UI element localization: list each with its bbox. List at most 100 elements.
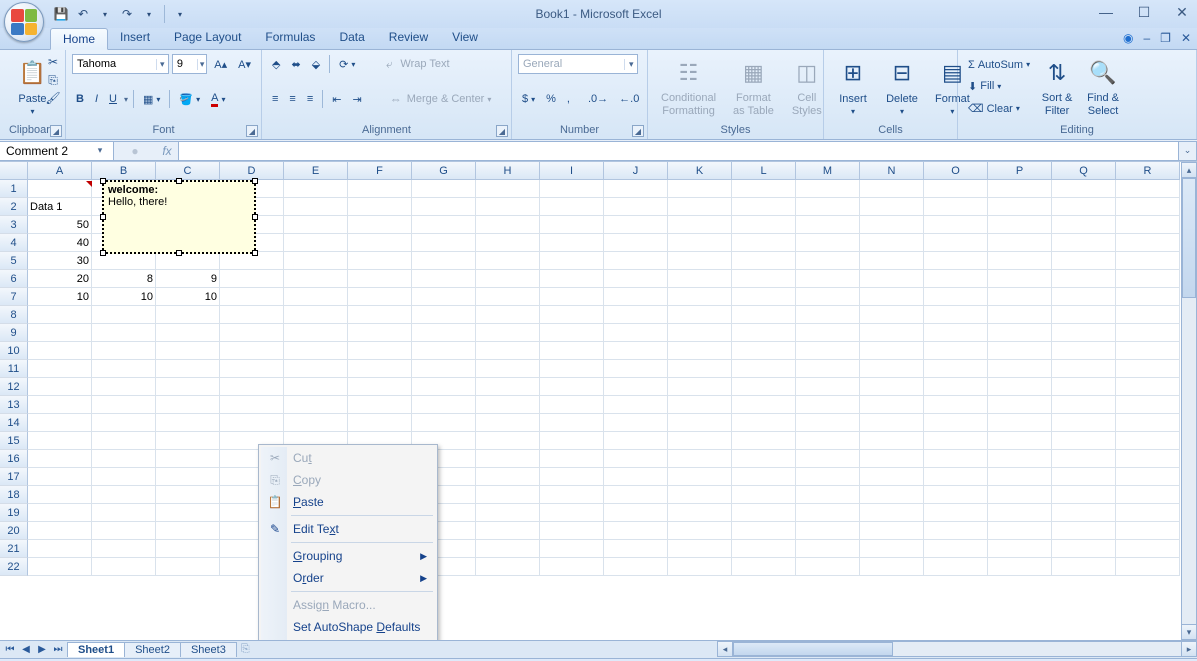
font-dialog-icon[interactable]: ◢: [246, 125, 258, 137]
cell[interactable]: [732, 450, 796, 468]
cell[interactable]: [348, 306, 412, 324]
cell[interactable]: [988, 288, 1052, 306]
cell[interactable]: [668, 522, 732, 540]
cell[interactable]: [988, 342, 1052, 360]
help-icon[interactable]: ◉: [1123, 31, 1133, 45]
italic-button[interactable]: I: [91, 91, 102, 107]
name-box-dropdown-icon[interactable]: ▾: [92, 145, 108, 156]
cell[interactable]: [1052, 468, 1116, 486]
cell[interactable]: [476, 252, 540, 270]
cell[interactable]: [540, 270, 604, 288]
cell[interactable]: [796, 360, 860, 378]
cell[interactable]: [732, 432, 796, 450]
cell[interactable]: [156, 378, 220, 396]
column-header[interactable]: M: [796, 162, 860, 180]
horizontal-scrollbar[interactable]: ◂ ▸: [717, 641, 1197, 657]
cell[interactable]: [1116, 558, 1180, 576]
cell[interactable]: [92, 468, 156, 486]
cell[interactable]: [860, 450, 924, 468]
cell[interactable]: [860, 270, 924, 288]
cell[interactable]: [668, 198, 732, 216]
cell[interactable]: [284, 198, 348, 216]
cell[interactable]: [540, 198, 604, 216]
comment-box[interactable]: welcome: Hello, there!: [102, 180, 256, 254]
cell[interactable]: [540, 450, 604, 468]
font-size-combo[interactable]: ▾: [172, 54, 207, 74]
cell[interactable]: [604, 324, 668, 342]
cut-icon[interactable]: ✂: [45, 54, 61, 70]
column-header[interactable]: I: [540, 162, 604, 180]
worksheet-grid[interactable]: ABCDEFGHIJKLMNOPQR 123456789101112131415…: [0, 162, 1197, 640]
cell[interactable]: [92, 414, 156, 432]
cell[interactable]: [924, 450, 988, 468]
cell[interactable]: [1052, 216, 1116, 234]
cell[interactable]: [28, 306, 92, 324]
cell[interactable]: [156, 504, 220, 522]
cell[interactable]: [348, 198, 412, 216]
bold-button[interactable]: B: [72, 91, 88, 107]
column-header[interactable]: Q: [1052, 162, 1116, 180]
cell[interactable]: [732, 540, 796, 558]
row-header[interactable]: 20: [0, 522, 28, 540]
cell[interactable]: [924, 360, 988, 378]
cell[interactable]: [1052, 414, 1116, 432]
cell[interactable]: [796, 486, 860, 504]
cell[interactable]: [476, 198, 540, 216]
cell[interactable]: [284, 342, 348, 360]
cell[interactable]: [540, 486, 604, 504]
cell[interactable]: [604, 468, 668, 486]
cell[interactable]: [860, 306, 924, 324]
decrease-decimal-icon[interactable]: ←.0: [615, 91, 643, 107]
cell[interactable]: [1052, 486, 1116, 504]
cell[interactable]: [732, 306, 796, 324]
cell[interactable]: [796, 468, 860, 486]
fill-color-icon[interactable]: 🪣▾: [175, 91, 204, 108]
cell[interactable]: [476, 378, 540, 396]
cell[interactable]: [412, 306, 476, 324]
cell[interactable]: [668, 234, 732, 252]
cell[interactable]: [924, 540, 988, 558]
autosum-button[interactable]: Σ AutoSum ▾: [964, 57, 1034, 73]
last-sheet-icon[interactable]: ⏭: [50, 644, 66, 655]
cell[interactable]: [988, 468, 1052, 486]
cell[interactable]: [732, 468, 796, 486]
cell[interactable]: [540, 342, 604, 360]
cell[interactable]: [604, 234, 668, 252]
cell[interactable]: [28, 522, 92, 540]
cell[interactable]: [1116, 522, 1180, 540]
cell[interactable]: [796, 198, 860, 216]
name-box[interactable]: ▾: [0, 141, 114, 161]
cell[interactable]: [540, 234, 604, 252]
decrease-indent-icon[interactable]: ⇤: [328, 91, 345, 108]
row-header[interactable]: 7: [0, 288, 28, 306]
cell[interactable]: [860, 252, 924, 270]
cell[interactable]: [1116, 540, 1180, 558]
cell[interactable]: [988, 558, 1052, 576]
cell[interactable]: [604, 396, 668, 414]
cell[interactable]: [28, 558, 92, 576]
cell[interactable]: [156, 486, 220, 504]
cell[interactable]: [348, 252, 412, 270]
underline-button[interactable]: U: [105, 91, 121, 107]
cell[interactable]: [924, 252, 988, 270]
row-header[interactable]: 17: [0, 468, 28, 486]
cell[interactable]: [540, 432, 604, 450]
cell[interactable]: 50: [28, 216, 92, 234]
cell[interactable]: [604, 486, 668, 504]
vscroll-thumb[interactable]: [1182, 178, 1196, 298]
cell[interactable]: [220, 288, 284, 306]
cell[interactable]: [28, 180, 92, 198]
cell[interactable]: [924, 342, 988, 360]
cell[interactable]: [156, 324, 220, 342]
cell[interactable]: [988, 180, 1052, 198]
align-top-icon[interactable]: ⬘: [268, 56, 284, 73]
maximize-button[interactable]: ☐: [1135, 4, 1153, 21]
menu-grouping[interactable]: Grouping▶: [261, 545, 435, 567]
column-header[interactable]: J: [604, 162, 668, 180]
sheet-tab-sheet3[interactable]: Sheet3: [180, 642, 237, 657]
cell[interactable]: [1052, 450, 1116, 468]
cell[interactable]: [540, 306, 604, 324]
cell[interactable]: [924, 558, 988, 576]
qat-customize-icon[interactable]: ▾: [171, 5, 189, 23]
cell[interactable]: [988, 252, 1052, 270]
